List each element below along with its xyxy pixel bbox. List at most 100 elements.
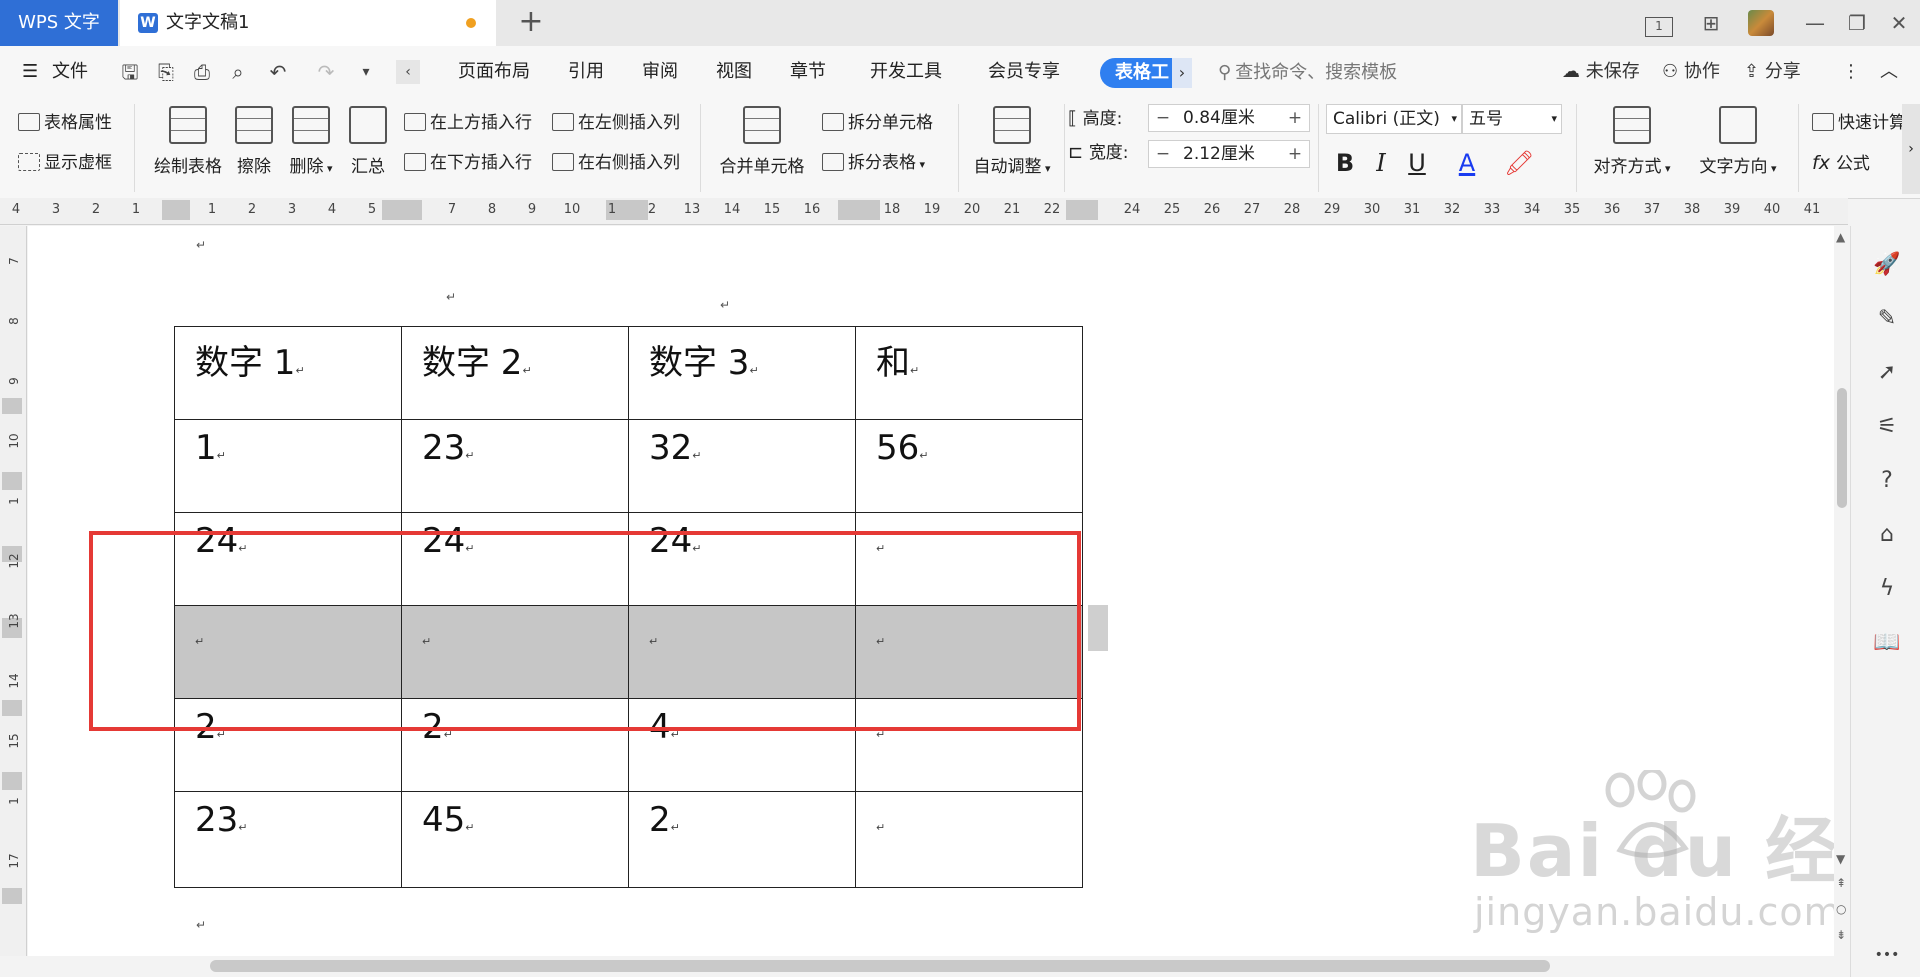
print-preview-icon[interactable]: ⌕ (226, 60, 250, 84)
ruler-row-marker[interactable] (2, 888, 22, 904)
table-row[interactable]: 1↵ 23↵ 32↵ 56↵ (174, 419, 1083, 513)
cursor-icon[interactable]: ➚ (1872, 358, 1902, 388)
scroll-down-icon[interactable]: ▼ (1836, 852, 1845, 866)
print-icon[interactable]: ⎙ (190, 60, 214, 84)
column-width-spinner[interactable]: − 2.12厘米 + (1148, 140, 1310, 168)
table-cell[interactable]: 数字 2↵ (401, 326, 629, 420)
table-cell[interactable]: 23↵ (174, 791, 402, 888)
tab-review[interactable]: 审阅 (642, 46, 678, 98)
next-page-icon[interactable]: ⇟ (1836, 928, 1846, 942)
font-size-select[interactable]: 五号 ▾ (1462, 104, 1562, 134)
pen-icon[interactable]: ✎ (1872, 304, 1902, 334)
horizontal-ruler[interactable]: 4 3 2 1 1 2 3 4 5 7 8 9 10 1 2 13 14 15 16 18 19 20 21 22 24 25 26… (0, 198, 1848, 225)
ribbon-scroll-right-icon[interactable]: › (1902, 104, 1920, 194)
show-gridlines-button[interactable]: 显示虚框 (18, 150, 112, 176)
rocket-icon[interactable]: 🚀 (1872, 250, 1902, 280)
vertical-scroll-thumb[interactable] (1837, 388, 1847, 508)
table-cell[interactable]: 数字 3↵ (628, 326, 856, 420)
font-name-select[interactable]: Calibri (正文) ▾ (1326, 104, 1462, 134)
save-icon[interactable]: 🖫 (118, 60, 142, 84)
command-search-input[interactable]: ⚲ 查找命令、搜索模板 (1218, 58, 1518, 88)
collapse-ribbon-icon[interactable]: ︿ (1880, 46, 1898, 98)
tabs-scroll-right-icon[interactable]: › (1172, 58, 1192, 88)
share-button[interactable]: ⇪ 分享 (1744, 46, 1801, 98)
close-icon[interactable]: ✕ (1882, 8, 1916, 38)
ruler-row-marker[interactable] (2, 772, 22, 790)
grid-apps-icon[interactable]: ⊞ (1694, 8, 1728, 38)
ruler-row-marker[interactable] (2, 472, 22, 490)
table-row[interactable]: 23↵ 45↵ 2↵ ↵ (174, 791, 1083, 888)
ruler-margin-marker[interactable] (162, 200, 190, 220)
merge-cells-button[interactable]: 合并单元格 (712, 106, 812, 177)
table-cell[interactable]: ↵ (855, 791, 1083, 888)
text-direction-button[interactable]: 文字方向 ▾ (1692, 106, 1784, 177)
collaborate-button[interactable]: ⚇ 协作 (1662, 46, 1720, 98)
increase-icon[interactable]: + (1281, 141, 1309, 167)
decrease-icon[interactable]: − (1149, 105, 1177, 131)
tab-page-layout[interactable]: 页面布局 (458, 46, 530, 98)
tab-chapter[interactable]: 章节 (790, 46, 826, 98)
table-cell[interactable]: 2↵ (628, 791, 856, 888)
store-icon[interactable]: ⌂ (1872, 520, 1902, 550)
row-selection-handle[interactable] (1088, 605, 1108, 651)
insert-column-left-button[interactable]: 在左侧插入列 (552, 110, 680, 136)
more-options-icon[interactable]: ⋮ (1842, 46, 1860, 98)
decrease-icon[interactable]: − (1149, 141, 1177, 167)
summary-button[interactable]: 汇总 (346, 106, 390, 177)
menu-file[interactable]: 文件 (52, 46, 88, 98)
export-pdf-icon[interactable]: ⎘ (154, 60, 178, 84)
vertical-ruler[interactable]: 7 8 9 10 1 12 13 14 15 1 17 (0, 226, 27, 956)
sliders-icon[interactable]: ⚟ (1872, 412, 1902, 442)
draw-table-button[interactable]: 绘制表格 (148, 106, 228, 177)
increase-icon[interactable]: + (1281, 105, 1309, 131)
more-tools-icon[interactable]: ••• (1872, 940, 1902, 970)
prev-page-icon[interactable]: ⇞ (1836, 876, 1846, 890)
avatar[interactable] (1748, 10, 1774, 36)
app-tab[interactable]: WPS 文字 (0, 0, 118, 46)
scroll-up-icon[interactable]: ▲ (1836, 230, 1845, 244)
select-browse-object-icon[interactable]: ○ (1836, 902, 1846, 916)
ruler-column-marker[interactable] (838, 200, 880, 220)
font-color-button[interactable]: A (1452, 148, 1482, 178)
ruler-column-marker[interactable] (1066, 200, 1098, 220)
tab-view[interactable]: 视图 (716, 46, 752, 98)
help-icon[interactable]: ? (1872, 466, 1902, 496)
insert-row-below-button[interactable]: 在下方插入行 (404, 150, 532, 176)
split-table-button[interactable]: 拆分表格 ▾ (822, 150, 925, 176)
table-cell[interactable]: 和↵ (855, 326, 1083, 420)
restore-icon[interactable]: ❐ (1840, 8, 1874, 38)
table-cell[interactable]: 23↵ (401, 419, 629, 513)
table-properties-button[interactable]: 表格属性 (18, 110, 112, 136)
minimize-icon[interactable]: — (1798, 8, 1832, 38)
table-cell[interactable]: 1↵ (174, 419, 402, 513)
table-cell[interactable]: 56↵ (855, 419, 1083, 513)
insert-row-above-button[interactable]: 在上方插入行 (404, 110, 532, 136)
split-cells-button[interactable]: 拆分单元格 (822, 110, 933, 136)
tab-developer[interactable]: 开发工具 (870, 46, 942, 98)
erase-button[interactable]: 擦除 (232, 106, 276, 177)
highlight-color-icon[interactable]: 🖍 (1504, 148, 1534, 178)
quick-access-dropdown-icon[interactable]: ▾ (354, 60, 378, 84)
table-header-row[interactable]: 数字 1↵ 数字 2↵ 数字 3↵ 和↵ (174, 326, 1083, 420)
plus-icon[interactable]: + (510, 0, 552, 46)
redo-icon[interactable]: ↷ (314, 60, 338, 84)
align-button[interactable]: 对齐方式 ▾ (1586, 106, 1678, 177)
horizontal-scroll-thumb[interactable] (210, 960, 1550, 972)
table-cell[interactable]: 45↵ (401, 791, 629, 888)
ruler-row-marker[interactable] (2, 700, 22, 716)
auto-fit-button[interactable]: 自动调整 ▾ (966, 106, 1058, 177)
vertical-scrollbar[interactable] (1834, 226, 1850, 956)
undo-icon[interactable]: ↶ (266, 60, 290, 84)
table-cell[interactable]: 32↵ (628, 419, 856, 513)
ruler-column-marker[interactable] (382, 200, 422, 220)
table-cell[interactable]: 数字 1↵ (174, 326, 402, 420)
tab-member[interactable]: 会员专享 (988, 46, 1060, 98)
unsaved-status[interactable]: ☁ 未保存 (1562, 46, 1640, 98)
italic-button[interactable]: I (1366, 148, 1396, 178)
tabs-scroll-left-icon[interactable]: ‹ (396, 60, 420, 84)
quick-calc-button[interactable]: 快速计算 (1812, 110, 1902, 136)
ruler-row-marker[interactable] (2, 398, 22, 414)
delete-button[interactable]: 删除 ▾ (284, 106, 338, 177)
page-count-icon[interactable]: 1 (1642, 8, 1676, 38)
reader-icon[interactable]: 📖 (1872, 628, 1902, 658)
